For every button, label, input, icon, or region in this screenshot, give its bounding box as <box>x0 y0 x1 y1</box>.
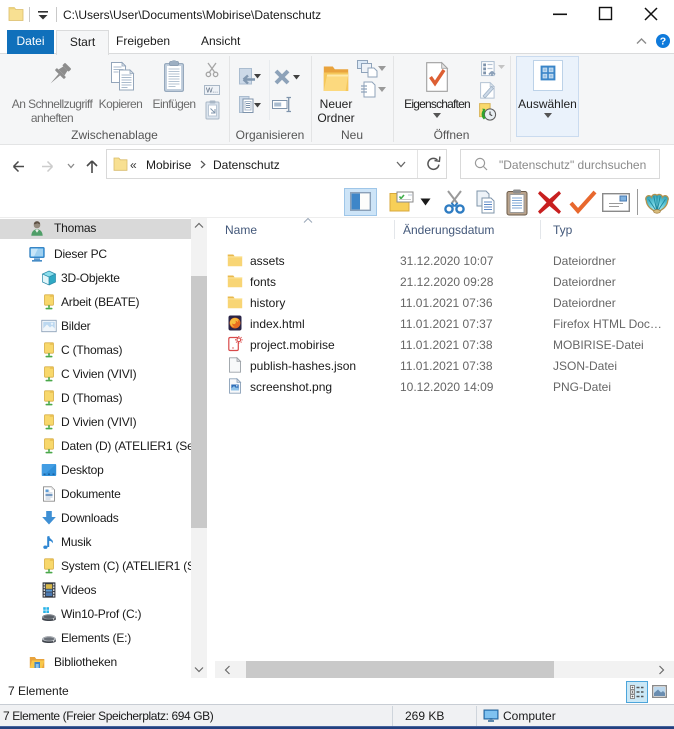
svg-text:?: ? <box>660 36 666 48</box>
svg-text:W...: W... <box>206 88 218 95</box>
